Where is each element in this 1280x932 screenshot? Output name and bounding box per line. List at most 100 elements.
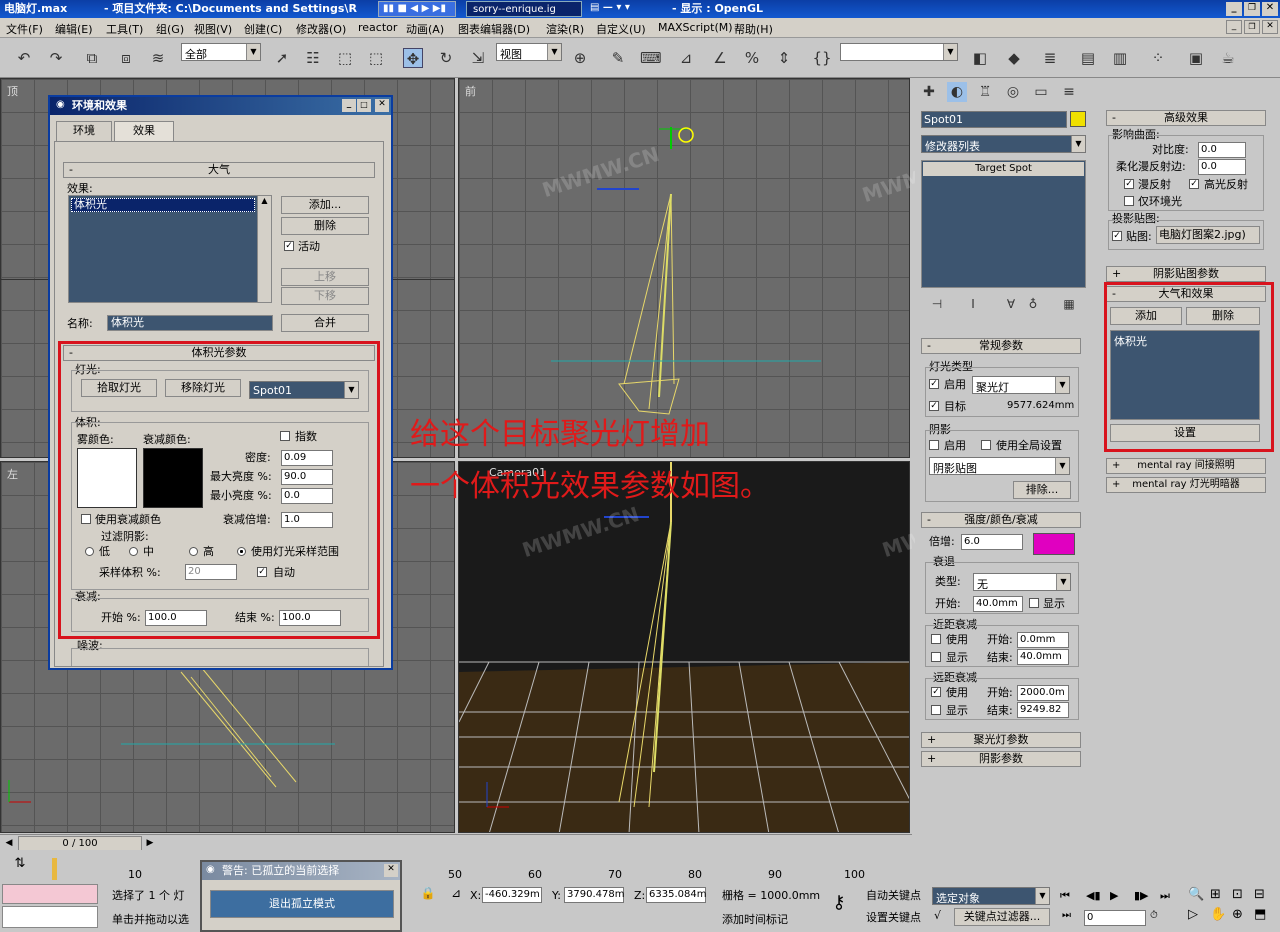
soften-spinner[interactable]: 0.0 (1198, 159, 1246, 175)
modify-tab-icon[interactable]: ◐ (947, 82, 967, 102)
percent-snap-icon[interactable]: % (742, 48, 762, 68)
next-key-icon[interactable]: ▮▶ (1134, 890, 1149, 901)
goto-start-icon[interactable]: ⏮ (1060, 890, 1070, 901)
menu-group[interactable]: 组(G) (156, 21, 184, 37)
multiplier-spinner[interactable]: 6.0 (961, 534, 1023, 550)
track-bar[interactable]: ⇅ 10 20 30 40 50 60 70 80 90 100 (0, 852, 912, 882)
light-on-checkbox[interactable]: ✓ (929, 379, 939, 389)
maximize-viewport-icon[interactable]: ⬒ (1254, 908, 1266, 921)
exit-isolation-button[interactable]: 退出孤立模式 (210, 890, 394, 918)
ref-coord-dropdown[interactable]: 视图 ▼ (496, 43, 562, 61)
active-checkbox[interactable]: ✓ (284, 241, 294, 251)
add-time-tag[interactable]: 添加时间标记 (722, 914, 788, 925)
key-mode-icon[interactable]: ⏭ (1062, 910, 1078, 926)
scrollbar[interactable] (383, 148, 384, 648)
current-frame-spinner[interactable]: 0 (1084, 910, 1146, 926)
rect-selection-icon[interactable]: ⬚ (335, 48, 355, 68)
motion-tab-icon[interactable]: ◎ (1003, 82, 1023, 102)
maximize-icon[interactable]: □ (357, 99, 371, 112)
restore-icon[interactable]: ❐ (1244, 2, 1260, 16)
modifier-stack[interactable]: Target Spot (921, 160, 1086, 288)
menu-maxscript[interactable]: MAXScript(M) (658, 21, 733, 34)
field-of-view-icon[interactable]: ▷ (1188, 908, 1198, 921)
diffuse-checkbox[interactable]: ✓ (1124, 179, 1134, 189)
create-tab-icon[interactable]: ✚ (919, 82, 939, 102)
y-coordinate[interactable]: 3790.478m (564, 887, 624, 903)
near-show-checkbox[interactable] (931, 652, 941, 662)
restore-icon[interactable]: ❐ (1244, 20, 1260, 34)
viewport-camera[interactable]: Camera01 (458, 461, 910, 833)
keyboard-shortcut-icon[interactable]: ⌨ (640, 48, 662, 68)
named-selection-dropdown[interactable]: ▼ (840, 43, 958, 61)
angle-snap-icon[interactable]: ∠ (710, 48, 730, 68)
merge-button[interactable]: 合并 (281, 314, 369, 332)
menu-tools[interactable]: 工具(T) (106, 21, 143, 37)
spinner-snap-icon[interactable]: ⇕ (774, 48, 794, 68)
mr-indirect-rollout[interactable]: + mental ray 间接照明 (1106, 458, 1266, 474)
spotlight-params-rollout[interactable]: + 聚光灯参数 (921, 732, 1081, 748)
select-object-icon[interactable]: ➚ (272, 48, 292, 68)
window-crossing-icon[interactable]: ⬚ (366, 48, 386, 68)
remove-modifier-icon[interactable]: ♁ (1023, 294, 1043, 314)
schematic-view-icon[interactable]: ▥ (1110, 48, 1130, 68)
decay-start-spinner[interactable]: 40.0mm (973, 596, 1023, 612)
menu-file[interactable]: 文件(F) (6, 21, 43, 37)
menu-edit[interactable]: 编辑(E) (55, 21, 93, 37)
menu-rendering[interactable]: 渲染(R) (546, 21, 584, 37)
menu-reactor[interactable]: reactor (358, 21, 397, 34)
make-unique-icon[interactable]: ∀ (1001, 294, 1021, 314)
near-end-spinner[interactable]: 40.0mm (1017, 649, 1069, 665)
media-player-controls[interactable]: ▮▮ ■ ◀ ▶ ▶▮ (378, 1, 456, 17)
close-icon[interactable]: ✕ (375, 99, 389, 112)
quick-render-icon[interactable]: ☕ (1218, 48, 1238, 68)
menu-customize[interactable]: 自定义(U) (596, 21, 646, 37)
lock-selection-icon[interactable]: 🔒 (420, 886, 436, 902)
bind-space-warp-icon[interactable]: ≋ (148, 48, 168, 68)
atmosphere-rollout[interactable]: - 大气 (63, 162, 375, 178)
undo-icon[interactable]: ↶ (14, 48, 34, 68)
snap-toggle-icon[interactable]: ⊿ (676, 48, 696, 68)
warning-title-bar[interactable]: ◉ 警告: 已孤立的当前选择 ✕ (202, 862, 400, 880)
pan-icon[interactable]: ✋ (1210, 908, 1226, 921)
object-name-input[interactable]: Spot01 (921, 111, 1067, 128)
redo-icon[interactable]: ↷ (46, 48, 66, 68)
absolute-mode-icon[interactable]: ⊿ (448, 886, 464, 902)
set-key-button[interactable]: 设置关键点 (866, 912, 921, 923)
tab-effects[interactable]: 效果 (114, 121, 174, 141)
near-use-checkbox[interactable] (931, 634, 941, 644)
curve-editor-icon[interactable]: ▤ (1078, 48, 1098, 68)
auto-key-button[interactable]: 自动关键点 (866, 890, 921, 901)
minimize-icon[interactable]: _ (1226, 2, 1242, 16)
mr-shader-rollout[interactable]: + mental ray 灯光明暗器 (1106, 477, 1266, 493)
time-slider[interactable]: 0 / 100 (18, 836, 142, 851)
edit-named-selections-icon[interactable]: {} (812, 48, 832, 68)
material-editor-icon[interactable]: ⁘ (1148, 48, 1168, 68)
viewport-label-top[interactable]: 顶 (7, 83, 18, 99)
zoom-extents-all-icon[interactable]: ⊟ (1254, 888, 1265, 901)
unlink-icon[interactable]: ⧈ (116, 48, 136, 68)
projector-map-button[interactable]: 电脑灯图案2.jpg) (1156, 226, 1260, 244)
menu-create[interactable]: 创建(C) (244, 21, 282, 37)
object-color-swatch[interactable] (1070, 111, 1086, 127)
key-icon[interactable]: ⚷ (824, 892, 854, 918)
maxscript-listener-pink[interactable] (2, 884, 98, 904)
select-rotate-icon[interactable]: ↻ (436, 48, 456, 68)
far-show-checkbox[interactable] (931, 705, 941, 715)
map-checkbox[interactable]: ✓ (1112, 231, 1122, 241)
light-color-swatch[interactable] (1033, 533, 1075, 555)
list-item[interactable]: 体积光 (71, 198, 255, 212)
modifier-list-dropdown[interactable]: 修改器列表 ▼ (921, 135, 1086, 153)
time-config-icon[interactable]: ⏱ (1150, 910, 1180, 926)
far-start-spinner[interactable]: 2000.0m (1017, 685, 1069, 701)
prev-key-icon[interactable]: ◀▮ (1086, 890, 1101, 901)
mirror-icon[interactable]: ◧ (970, 48, 990, 68)
track-bar-menu-icon[interactable]: ⇅ (8, 856, 32, 876)
move-up-button[interactable]: 上移 (281, 268, 369, 286)
play-pause-icon[interactable]: ▮▮ ■ ◀ ▶ ▶▮ (383, 4, 446, 14)
general-params-rollout[interactable]: - 常规参数 (921, 338, 1081, 354)
goto-end-icon[interactable]: ⏭ (1160, 890, 1170, 901)
far-end-spinner[interactable]: 9249.82 (1017, 702, 1069, 718)
tab-environment[interactable]: 环境 (56, 121, 112, 141)
select-manipulate-icon[interactable]: ✎ (608, 48, 628, 68)
next-frame-icon[interactable]: ▶ (143, 836, 157, 851)
